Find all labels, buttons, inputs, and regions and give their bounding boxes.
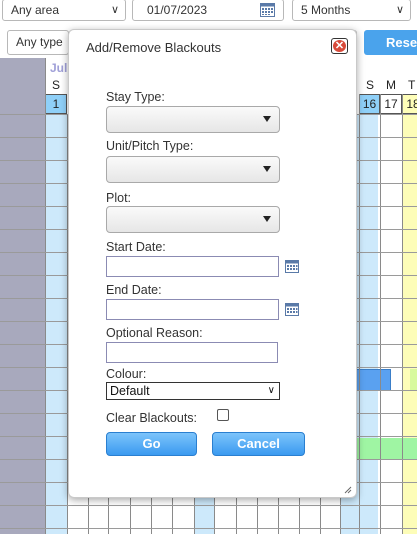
today-column [403,114,417,534]
weekend-column [45,114,67,534]
end-date-label: End Date: [106,283,162,297]
day-number[interactable]: 16 [359,94,380,114]
dropdown-arrow-icon [263,116,271,122]
months-select[interactable]: 5 Months ∨ [292,0,411,21]
chevron-down-icon: ∨ [110,4,119,16]
go-button[interactable]: Go [106,432,197,456]
grid-row-line [0,528,417,529]
start-date-filter-value: 01/07/2023 [147,3,208,17]
clear-blackouts-checkbox[interactable] [217,409,229,421]
type-select[interactable]: Any type [7,30,69,55]
colour-select[interactable]: Default ∨ [106,382,280,400]
clear-blackouts-label: Clear Blackouts: [106,411,198,425]
area-select-value: Any area [11,3,60,17]
unit-label-column [0,58,45,534]
day-number[interactable]: 18 [402,94,417,114]
day-of-week: S [52,78,61,92]
dropdown-arrow-icon [263,166,271,172]
type-select-value: Any type [16,35,63,49]
stay-type-select[interactable] [106,106,280,133]
colour-select-value: Default [110,384,150,398]
day-number[interactable]: 17 [380,94,402,114]
close-button[interactable]: ✕ [331,38,348,54]
calendar-icon[interactable] [260,3,275,17]
calendar-icon[interactable] [285,260,299,273]
colour-label: Colour: [106,367,147,381]
close-icon: ✕ [333,40,346,52]
plot-label: Plot: [106,191,132,205]
dropdown-arrow-icon [263,216,271,222]
start-date-label: Start Date: [106,240,166,254]
month-label: Jul [50,61,68,75]
reason-label: Optional Reason: [106,326,203,340]
grid-line [45,58,46,534]
cancel-button[interactable]: Cancel [212,432,305,456]
area-select[interactable]: Any area ∨ [2,0,126,21]
reset-button[interactable]: Reset [364,30,417,55]
calendar-icon[interactable] [285,303,299,316]
reason-input[interactable] [106,342,278,363]
months-select-value: 5 Months [301,3,351,17]
day-of-week: M [386,78,396,92]
chevron-down-icon: ∨ [395,4,404,16]
unit-type-label: Unit/Pitch Type: [106,139,194,153]
plot-select[interactable] [106,206,280,233]
dialog-title: Add/Remove Blackouts [86,40,222,55]
resize-grip-icon[interactable] [344,486,352,494]
day-of-week: S [366,78,375,92]
start-date-input[interactable] [106,256,279,277]
chevron-down-icon: ∨ [267,385,275,396]
unit-type-select[interactable] [106,156,280,183]
stay-type-label: Stay Type: [106,90,165,104]
booking-bar[interactable] [410,369,417,391]
end-date-input[interactable] [106,299,279,320]
start-date-filter-input[interactable]: 01/07/2023 [132,0,284,21]
grid-row-line [0,505,417,506]
day-number[interactable]: 1 [45,94,67,114]
booking-bar[interactable] [355,369,391,391]
day-of-week: T [408,78,416,92]
blackouts-dialog: Add/Remove Blackouts ✕ Stay Type: Unit/P… [68,29,357,498]
